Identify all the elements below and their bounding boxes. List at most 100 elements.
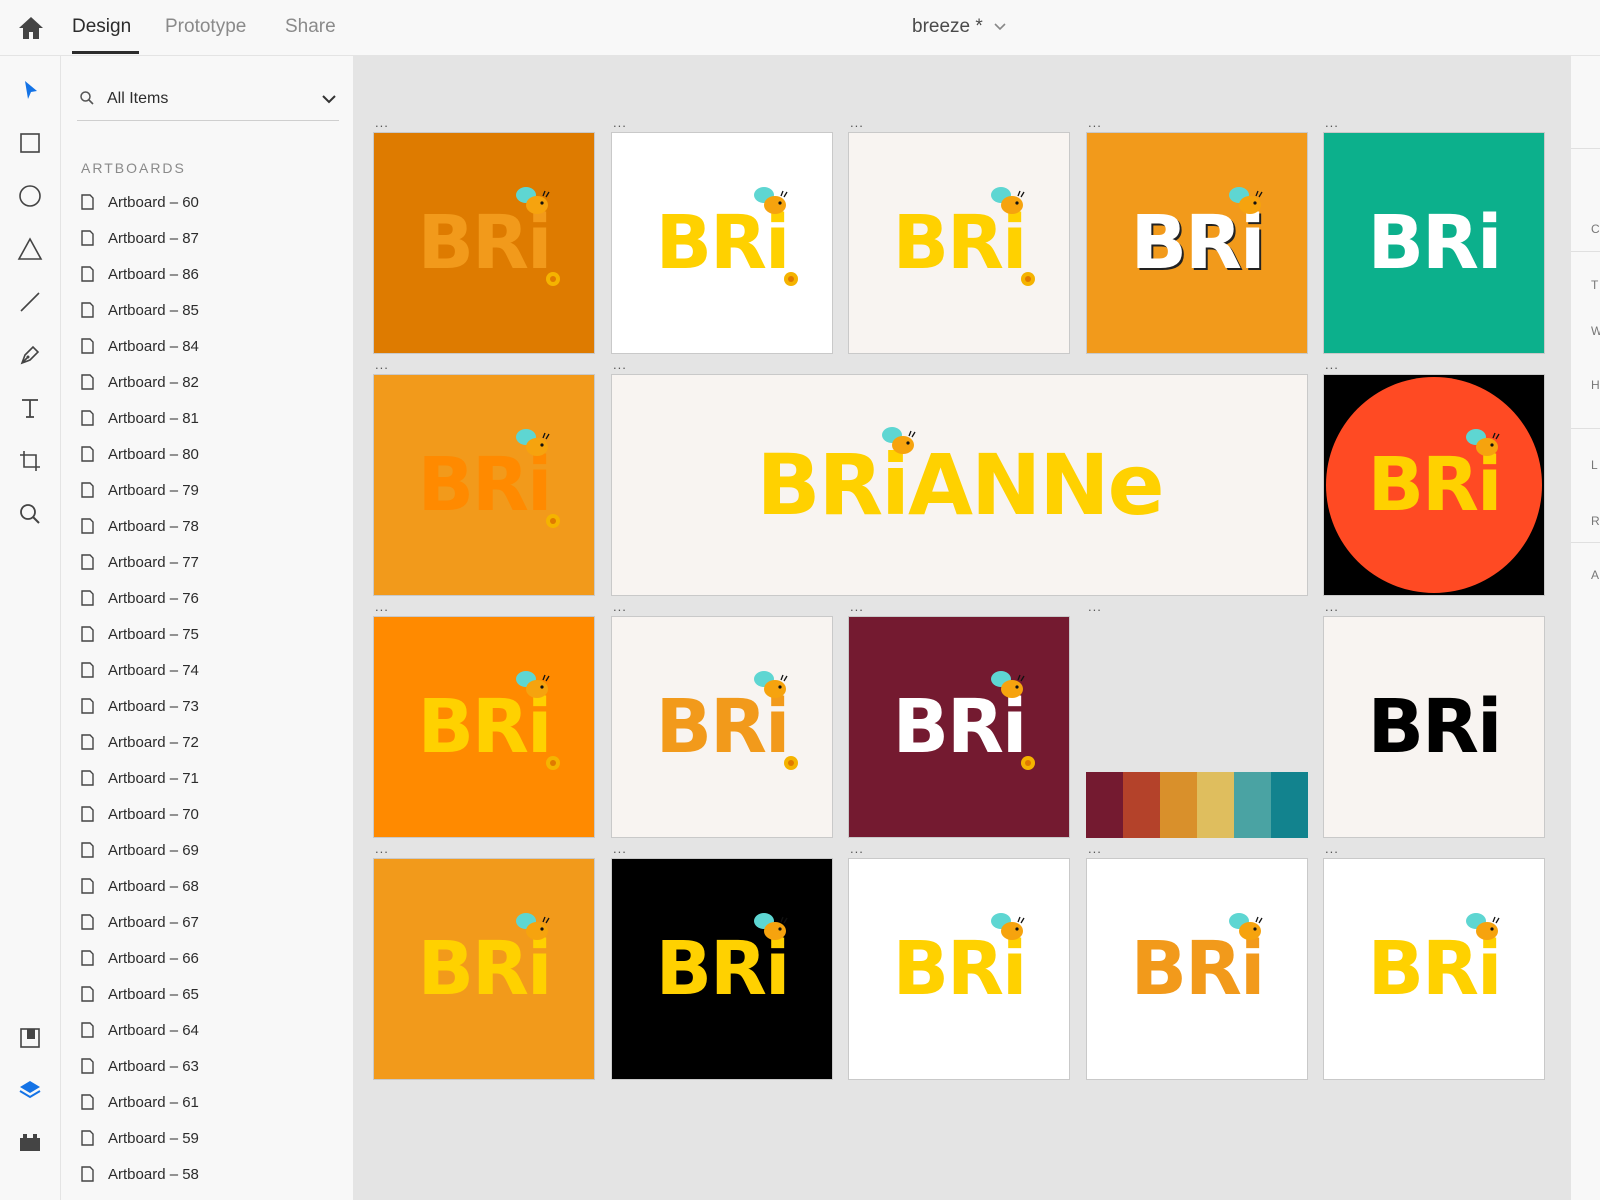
artboard-thumbnail[interactable]: BRi [1323,616,1545,838]
artboard-thumbnail[interactable]: BRi [848,132,1070,354]
artboard-options-dots[interactable]: ... [613,600,627,613]
artboard-options-dots[interactable]: ... [375,116,389,129]
artboard-list-item[interactable]: Artboard – 66 [81,940,199,976]
tab-prototype[interactable]: Prototype [165,16,246,38]
artboard-list-item[interactable]: Artboard – 77 [81,544,199,580]
artboard-icon [81,302,94,318]
artboard-options-dots[interactable]: ... [613,358,627,371]
artboard-options-dots[interactable]: ... [1088,842,1102,855]
artboard-icon[interactable] [14,445,46,477]
artboards-section-title: ARTBOARDS [81,160,186,176]
artboard-list-item[interactable]: Artboard – 85 [81,292,199,328]
artboard-thumbnail[interactable]: BRi [373,374,595,596]
artboard-thumbnail[interactable] [1086,616,1308,838]
artboard-thumbnail[interactable]: BRi [1086,858,1308,1080]
artboard-label: Artboard – 67 [108,913,199,931]
artboard-thumbnail[interactable]: BRi [611,132,833,354]
document-title[interactable]: breeze * [912,16,983,38]
artboard-list-item[interactable]: Artboard – 80 [81,436,199,472]
pen-icon[interactable] [14,339,46,371]
tab-design[interactable]: Design [72,16,131,38]
artboard-options-dots[interactable]: ... [613,842,627,855]
artboard-options-dots[interactable]: ... [613,116,627,129]
artboard-list-item[interactable]: Artboard – 86 [81,256,199,292]
logo-mark: BRi [612,617,832,837]
artboard-options-dots[interactable]: ... [1325,842,1339,855]
line-icon[interactable] [14,286,46,318]
home-icon[interactable] [16,14,46,42]
artboard-list-item[interactable]: Artboard – 65 [81,976,199,1012]
artboard-list-item[interactable]: Artboard – 84 [81,328,199,364]
artboard-list-item[interactable]: Artboard – 63 [81,1048,199,1084]
artboard-options-dots[interactable]: ... [375,358,389,371]
inspector-label: C [1591,222,1600,236]
artboard-list-item[interactable]: Artboard – 68 [81,868,199,904]
artboard-list-item[interactable]: Artboard – 70 [81,796,199,832]
artboard-options-dots[interactable]: ... [1325,358,1339,371]
artboard-options-dots[interactable]: ... [1325,116,1339,129]
artboard-list-item[interactable]: Artboard – 79 [81,472,199,508]
artboard-options-dots[interactable]: ... [375,600,389,613]
artboard-options-dots[interactable]: ... [850,600,864,613]
artboard-thumbnail[interactable]: BRi [611,616,833,838]
rectangle-icon[interactable] [14,127,46,159]
artboard-options-dots[interactable]: ... [375,842,389,855]
logo-mark: BRi [1087,133,1307,353]
artboard-list-item[interactable]: Artboard – 74 [81,652,199,688]
artboard-list-item[interactable]: Artboard – 81 [81,400,199,436]
artboard-icon [81,662,94,678]
select-arrow-icon[interactable] [14,74,46,106]
artboard-thumbnail[interactable]: BRi [1323,132,1545,354]
inspector-label: W [1591,324,1600,338]
artboard-thumbnail[interactable]: BRi [373,858,595,1080]
artboard-options-dots[interactable]: ... [850,116,864,129]
chevron-down-icon[interactable] [321,92,337,104]
artboard-icon [81,950,94,966]
artboard-options-dots[interactable]: ... [1088,600,1102,613]
artboard-thumbnail[interactable]: BRi [373,132,595,354]
artboard-thumbnail[interactable]: BRi [611,858,833,1080]
artboard-list-item[interactable]: Artboard – 73 [81,688,199,724]
text-icon[interactable] [14,392,46,424]
chevron-down-icon[interactable] [993,20,1007,34]
artboard-thumbnail[interactable]: BRi [848,858,1070,1080]
bee-icon [751,909,791,948]
artboard-thumbnail[interactable]: BRiANNe [611,374,1308,596]
artboard-list-item[interactable]: Artboard – 87 [81,220,199,256]
artboard-icon [81,1166,94,1182]
assets-icon[interactable] [14,1022,46,1054]
zoom-icon[interactable] [14,498,46,530]
artboard-list-item[interactable]: Artboard – 60 [81,184,199,220]
artboard-options-dots[interactable]: ... [850,842,864,855]
artboard-list-item[interactable]: Artboard – 61 [81,1084,199,1120]
artboard-list-item[interactable]: Artboard – 59 [81,1120,199,1156]
layers-icon[interactable] [14,1074,46,1106]
artboard-thumbnail[interactable]: BRi [1323,374,1545,596]
artboard-options-dots[interactable]: ... [1325,600,1339,613]
search-input[interactable] [107,86,307,112]
design-canvas[interactable]: ... BRi... BRi... BRi... BRi... BRi... BRi... B… [353,56,1570,1200]
artboard-list-item[interactable]: Artboard – 75 [81,616,199,652]
ellipse-icon[interactable] [14,180,46,212]
logo-mark: BRi [849,859,1069,1079]
artboard-options-dots[interactable]: ... [1088,116,1102,129]
artboard-thumbnail[interactable]: BRi [848,616,1070,838]
artboard-label: Artboard – 84 [108,337,199,355]
artboard-list-item[interactable]: Artboard – 82 [81,364,199,400]
plugins-icon[interactable] [14,1126,46,1158]
artboard-list-item[interactable]: Artboard – 78 [81,508,199,544]
artboard-list-item[interactable]: Artboard – 72 [81,724,199,760]
artboard-list-item[interactable]: Artboard – 64 [81,1012,199,1048]
artboard-thumbnail[interactable]: BRi [1323,858,1545,1080]
artboard-list-item[interactable]: Artboard – 67 [81,904,199,940]
artboard-list-item[interactable]: Artboard – 69 [81,832,199,868]
tab-share[interactable]: Share [285,16,336,38]
artboard-list-item[interactable]: Artboard – 76 [81,580,199,616]
artboard-list-item[interactable]: Artboard – 58 [81,1156,199,1192]
artboard-thumbnail[interactable]: BRi [1086,132,1308,354]
artboard-thumbnail[interactable]: BRi [373,616,595,838]
artboard-list-item[interactable]: Artboard – 71 [81,760,199,796]
property-inspector: C T W H L R A [1570,56,1600,1200]
triangle-icon[interactable] [14,233,46,265]
logo-wordmark-brianne: BRiANNe [756,436,1164,534]
